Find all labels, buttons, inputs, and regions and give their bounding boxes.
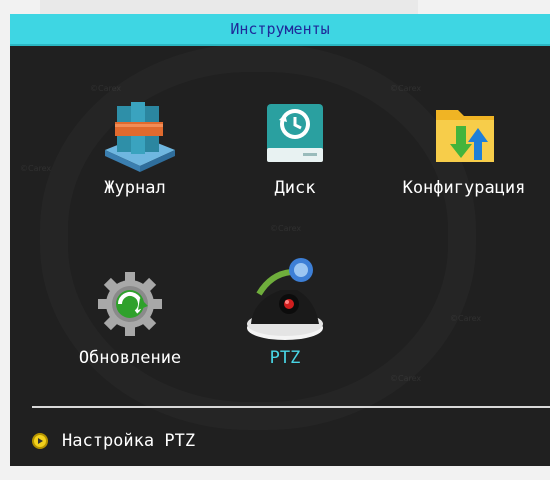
menu-item-label: Диск [274, 178, 316, 198]
tools-screen: Инструменты Журнал Диск Конфигурация Обн… [10, 14, 550, 480]
bottom-strip [0, 466, 550, 480]
footer-hint-text: Настройка PTZ [62, 431, 196, 451]
menu-item-label: Журнал [104, 178, 166, 198]
config-folder-icon [414, 88, 514, 178]
watermark: ©Carex [20, 164, 52, 173]
disk-icon [245, 88, 345, 178]
info-icon [32, 433, 48, 449]
divider [32, 406, 550, 408]
log-icon [85, 88, 185, 178]
watermark: ©Carex [390, 84, 422, 93]
watermark: ©Carex [90, 84, 122, 93]
watermark: ©Carex [450, 314, 482, 323]
menu-item-update[interactable]: Обновление [50, 258, 210, 368]
top-strip [40, 0, 418, 14]
ptz-camera-icon [235, 250, 335, 348]
watermark: ©Carex [270, 224, 302, 233]
menu-item-ptz[interactable]: PTZ [230, 250, 340, 368]
footer-hint: Настройка PTZ [32, 428, 195, 454]
menu-item-label: Конфигурация [402, 178, 526, 198]
menu-item-label: PTZ [269, 348, 301, 368]
menu-item-log[interactable]: Журнал [60, 88, 210, 198]
menu-item-disk[interactable]: Диск [245, 88, 345, 198]
update-gear-icon [80, 258, 180, 348]
menu-item-label: Обновление [78, 348, 182, 368]
menu-item-configuration[interactable]: Конфигурация [378, 88, 550, 198]
window-title: Инструменты [10, 14, 550, 46]
watermark: ©Carex [390, 374, 422, 383]
